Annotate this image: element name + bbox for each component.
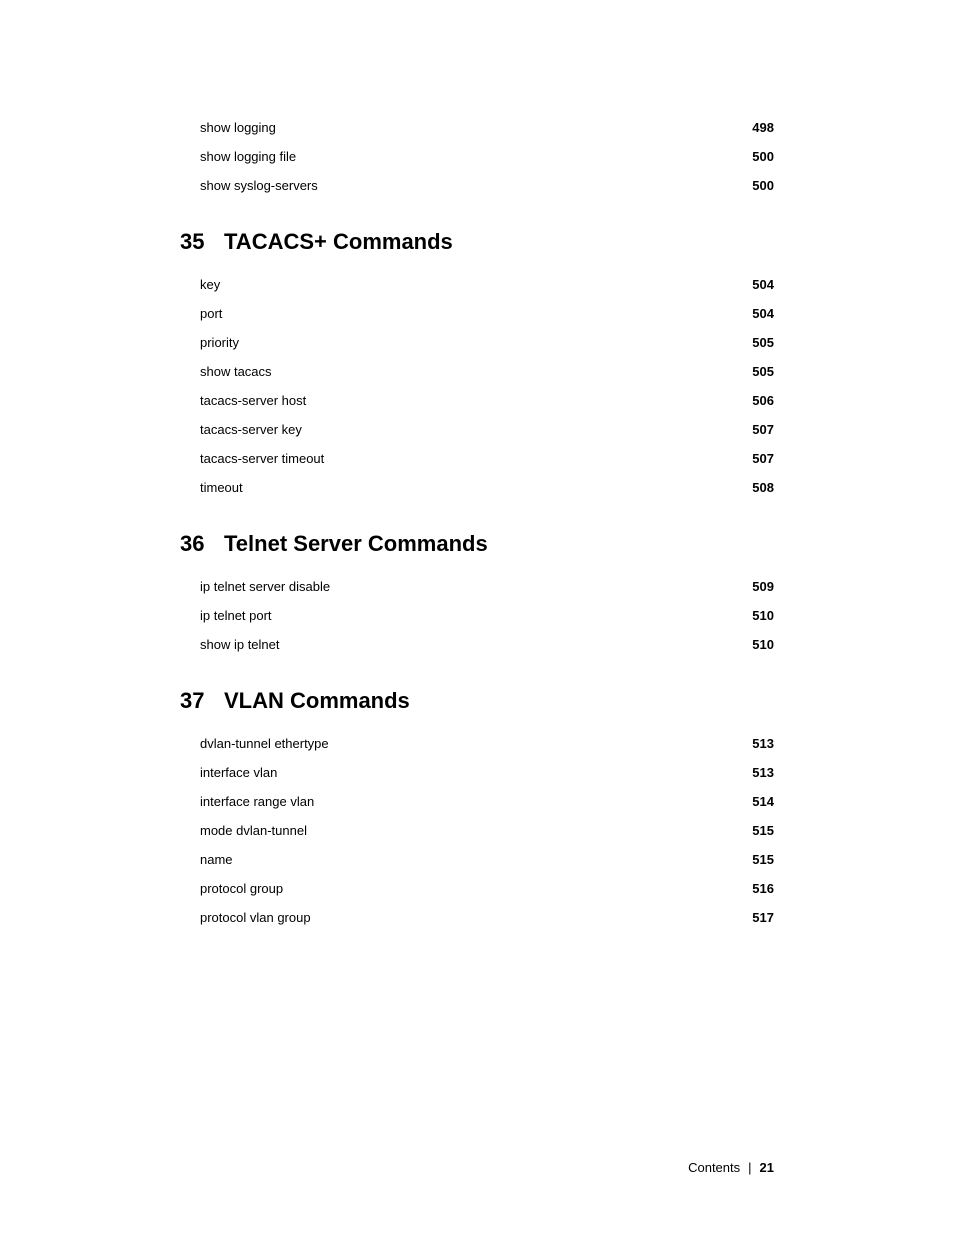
toc-entry: tacacs-server host 506 [200,393,774,408]
entry-page: 504 [744,277,774,292]
entry-page: 507 [744,451,774,466]
section-entries-35: key 504 port 504 priority 505 show tacac… [200,277,774,495]
footer-label: Contents [688,1160,740,1175]
section-title: Telnet Server Commands [224,531,488,557]
entry-label: dvlan-tunnel ethertype [200,736,329,751]
toc-entry: show tacacs 505 [200,364,774,379]
toc-entry: dvlan-tunnel ethertype 513 [200,736,774,751]
toc-entry: key 504 [200,277,774,292]
toc-entry: show ip telnet 510 [200,637,774,652]
entry-label: show logging [200,120,276,135]
intro-entries: show logging 498 show logging file 500 s… [200,120,774,193]
entry-label: tacacs-server host [200,393,306,408]
toc-entry: ip telnet server disable 509 [200,579,774,594]
entry-page: 506 [744,393,774,408]
entry-page: 513 [744,765,774,780]
entry-label: ip telnet port [200,608,272,623]
section-entries-37: dvlan-tunnel ethertype 513 interface vla… [200,736,774,925]
entry-label: key [200,277,220,292]
toc-entry: tacacs-server key 507 [200,422,774,437]
entry-label: show ip telnet [200,637,280,652]
footer-page: 21 [760,1160,774,1175]
entry-label: tacacs-server key [200,422,302,437]
intro-entry: show syslog-servers 500 [200,178,774,193]
entry-page: 498 [744,120,774,135]
entry-page: 510 [744,637,774,652]
entry-page: 514 [744,794,774,809]
entry-label: interface range vlan [200,794,314,809]
section-heading-36: 36 Telnet Server Commands [180,531,774,557]
entry-page: 500 [744,149,774,164]
entry-page: 517 [744,910,774,925]
toc-entry: ip telnet port 510 [200,608,774,623]
toc-entry: interface range vlan 514 [200,794,774,809]
page: show logging 498 show logging file 500 s… [0,0,954,1235]
section-entries-36: ip telnet server disable 509 ip telnet p… [200,579,774,652]
entry-page: 500 [744,178,774,193]
toc-entry: interface vlan 513 [200,765,774,780]
entry-page: 505 [744,364,774,379]
entry-label: mode dvlan-tunnel [200,823,307,838]
intro-entry: show logging file 500 [200,149,774,164]
section-title: VLAN Commands [224,688,410,714]
section-heading-35: 35 TACACS+ Commands [180,229,774,255]
toc-entry: priority 505 [200,335,774,350]
entry-label: show logging file [200,149,296,164]
entry-label: protocol vlan group [200,910,311,925]
entry-page: 516 [744,881,774,896]
entry-label: show syslog-servers [200,178,318,193]
entry-page: 513 [744,736,774,751]
toc-entry: protocol vlan group 517 [200,910,774,925]
entry-page: 510 [744,608,774,623]
toc-entry: protocol group 516 [200,881,774,896]
toc-entry: name 515 [200,852,774,867]
entry-label: tacacs-server timeout [200,451,324,466]
entry-label: protocol group [200,881,283,896]
toc-entry: timeout 508 [200,480,774,495]
section-title: TACACS+ Commands [224,229,453,255]
footer-separator: | [748,1160,751,1175]
toc-entry: mode dvlan-tunnel 515 [200,823,774,838]
entry-label: show tacacs [200,364,272,379]
entry-label: name [200,852,233,867]
footer: Contents | 21 [688,1160,774,1175]
entry-label: timeout [200,480,243,495]
toc-entry: tacacs-server timeout 507 [200,451,774,466]
section-number: 37 [180,688,210,714]
entry-page: 509 [744,579,774,594]
entry-label: priority [200,335,239,350]
entry-page: 508 [744,480,774,495]
section-number: 36 [180,531,210,557]
entry-page: 504 [744,306,774,321]
entry-page: 515 [744,852,774,867]
entry-page: 507 [744,422,774,437]
section-heading-37: 37 VLAN Commands [180,688,774,714]
entry-page: 515 [744,823,774,838]
entry-label: port [200,306,222,321]
section-number: 35 [180,229,210,255]
intro-entry: show logging 498 [200,120,774,135]
entry-label: ip telnet server disable [200,579,330,594]
sections-container: 35 TACACS+ Commands key 504 port 504 pri… [180,229,774,925]
entry-page: 505 [744,335,774,350]
entry-label: interface vlan [200,765,277,780]
toc-entry: port 504 [200,306,774,321]
